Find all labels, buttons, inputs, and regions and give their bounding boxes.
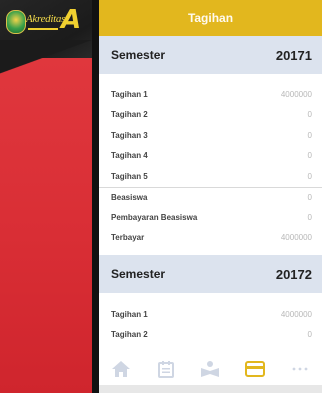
billing-row: Pembayaran Beasiswa 0 <box>99 207 322 228</box>
university-logo-icon <box>6 10 26 34</box>
bottom-nav <box>99 352 322 385</box>
billing-value: 0 <box>307 192 312 202</box>
more-icon[interactable] <box>285 357 315 381</box>
semester-header[interactable]: Semester 20172 <box>99 255 322 293</box>
semester-label: Semester <box>111 267 166 281</box>
billing-row: Tagihan 1 4000000 <box>99 304 322 325</box>
bottom-strip <box>99 385 322 393</box>
billing-row: Tagihan 2 0 <box>99 325 322 346</box>
home-icon[interactable] <box>106 357 136 381</box>
semester-code: 20171 <box>275 47 312 63</box>
billing-value: 4000000 <box>280 89 312 99</box>
billing-label: Tagihan 4 <box>111 151 148 161</box>
billing-label: Pembayaran Beasiswa <box>111 212 198 222</box>
logo-underline <box>28 28 58 30</box>
billing-row: Tagihan 3 0 <box>99 125 322 146</box>
billing-list: Tagihan 1 4000000 Tagihan 2 0 <box>99 304 322 345</box>
billing-value: 0 <box>307 171 312 181</box>
card-icon[interactable] <box>240 357 270 381</box>
accreditation-letter: A <box>61 5 82 35</box>
billing-row: Tagihan 2 0 <box>99 105 322 126</box>
semester-label: Semester <box>111 48 166 62</box>
billing-row: Terbayar 4000000 <box>99 228 322 249</box>
billing-value: 4000000 <box>280 309 312 319</box>
page-title: Tagihan <box>187 11 234 25</box>
billing-label: Tagihan 2 <box>111 330 148 340</box>
side-panel-diagonal <box>0 40 92 80</box>
semester-code: 20172 <box>275 266 312 282</box>
billing-label: Tagihan 5 <box>111 171 148 181</box>
billing-value: 0 <box>307 330 312 340</box>
billing-value: 0 <box>307 110 312 120</box>
billing-row: Beasiswa 0 <box>99 186 322 208</box>
billing-label: Tagihan 3 <box>111 130 148 140</box>
billing-list: Tagihan 1 4000000 Tagihan 2 0 Tagihan 3 … <box>99 84 322 248</box>
billing-label: Beasiswa <box>111 192 148 202</box>
billing-label: Tagihan 1 <box>111 309 148 319</box>
billing-value: 0 <box>307 212 312 222</box>
billing-row: Tagihan 1 4000000 <box>99 84 322 105</box>
panel-divider <box>92 0 99 393</box>
billing-label: Tagihan 1 <box>111 89 148 99</box>
billing-value: 4000000 <box>280 233 312 243</box>
billing-value: 0 <box>307 151 312 161</box>
calendar-icon[interactable] <box>151 357 181 381</box>
main-content: Tagihan Semester 20171 Tagihan 1 4000000… <box>99 0 322 393</box>
semester-header[interactable]: Semester 20171 <box>99 36 322 74</box>
page-header: Tagihan <box>99 0 322 36</box>
billing-label: Terbayar <box>111 233 145 243</box>
billing-label: Tagihan 2 <box>111 110 148 120</box>
student-icon[interactable] <box>195 357 225 381</box>
billing-row: Tagihan 4 0 <box>99 146 322 167</box>
billing-value: 0 <box>307 130 312 140</box>
billing-row: Tagihan 5 0 <box>99 166 322 187</box>
